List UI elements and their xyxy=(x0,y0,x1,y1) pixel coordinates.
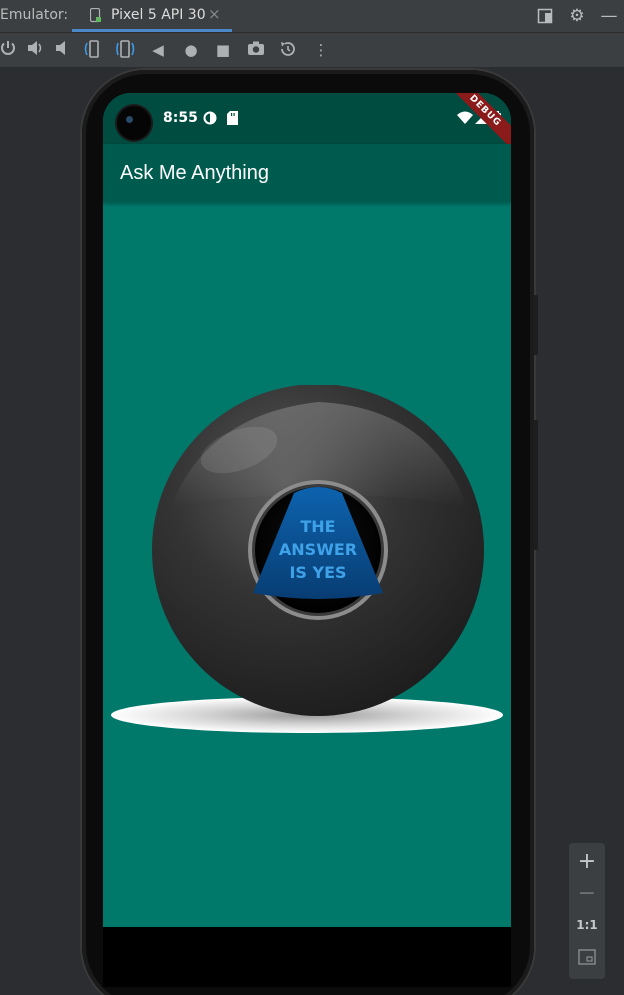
back-icon[interactable]: ◀ xyxy=(148,40,168,60)
rotate-right-icon[interactable] xyxy=(116,40,136,60)
status-time: 8:55 xyxy=(163,110,198,126)
rotate-left-icon[interactable] xyxy=(83,40,103,60)
home-icon[interactable]: ● xyxy=(181,40,201,60)
gear-icon[interactable]: ⚙ xyxy=(567,6,587,26)
phone-volume-button xyxy=(534,420,538,550)
volume-down-icon[interactable] xyxy=(53,40,73,60)
volume-up-icon[interactable] xyxy=(26,40,46,60)
camera-icon[interactable] xyxy=(246,40,266,60)
emulator-window: Emulator: Pixel 5 API 30 × ⚙ — ◀ ● ■ ⋮ 8… xyxy=(0,0,624,995)
overview-icon[interactable]: ■ xyxy=(213,40,233,60)
zoom-in-button[interactable]: + xyxy=(569,849,605,874)
zoom-controls: + − 1:1 xyxy=(569,843,605,979)
wifi-icon xyxy=(457,111,473,128)
emulator-label: Emulator: xyxy=(0,7,69,23)
emulator-toolbar: ◀ ● ■ ⋮ xyxy=(0,33,624,67)
emulator-tab-bar: Emulator: Pixel 5 API 30 × ⚙ — xyxy=(0,0,624,33)
minimize-icon[interactable]: — xyxy=(599,6,619,26)
sd-card-icon xyxy=(227,111,238,129)
answer-line-3: IS YES xyxy=(289,563,346,582)
phone-power-button xyxy=(534,295,538,355)
fit-screen-icon[interactable] xyxy=(569,949,605,969)
front-camera xyxy=(117,106,151,140)
app-title: Ask Me Anything xyxy=(120,162,269,184)
tab-label: Pixel 5 API 30 xyxy=(111,7,206,23)
magic-8-ball-image[interactable]: THE ANSWER IS YES xyxy=(111,384,503,745)
tab-close-button[interactable]: × xyxy=(208,5,221,23)
window-restore-icon[interactable] xyxy=(535,6,555,26)
app-bar: Ask Me Anything xyxy=(103,144,511,202)
tab-pixel-5-api-30[interactable]: Pixel 5 API 30 × xyxy=(72,0,232,32)
answer-line-1: THE xyxy=(300,517,335,536)
power-icon[interactable] xyxy=(0,40,18,60)
device-screen[interactable]: 8:55 DEBUG Ask Me Anything THE ANSWER IS… xyxy=(103,93,511,927)
snapshot-icon[interactable] xyxy=(278,40,298,60)
data-saver-icon xyxy=(203,111,217,129)
navigation-bar xyxy=(103,927,511,987)
more-icon[interactable]: ⋮ xyxy=(311,40,331,60)
answer-line-2: ANSWER xyxy=(279,540,357,559)
phone-icon xyxy=(90,8,101,23)
zoom-out-button[interactable]: − xyxy=(569,881,605,906)
actual-size-button[interactable]: 1:1 xyxy=(569,918,605,932)
status-bar: 8:55 DEBUG xyxy=(103,93,511,160)
magic-ball-icon: THE ANSWER IS YES xyxy=(111,384,503,733)
